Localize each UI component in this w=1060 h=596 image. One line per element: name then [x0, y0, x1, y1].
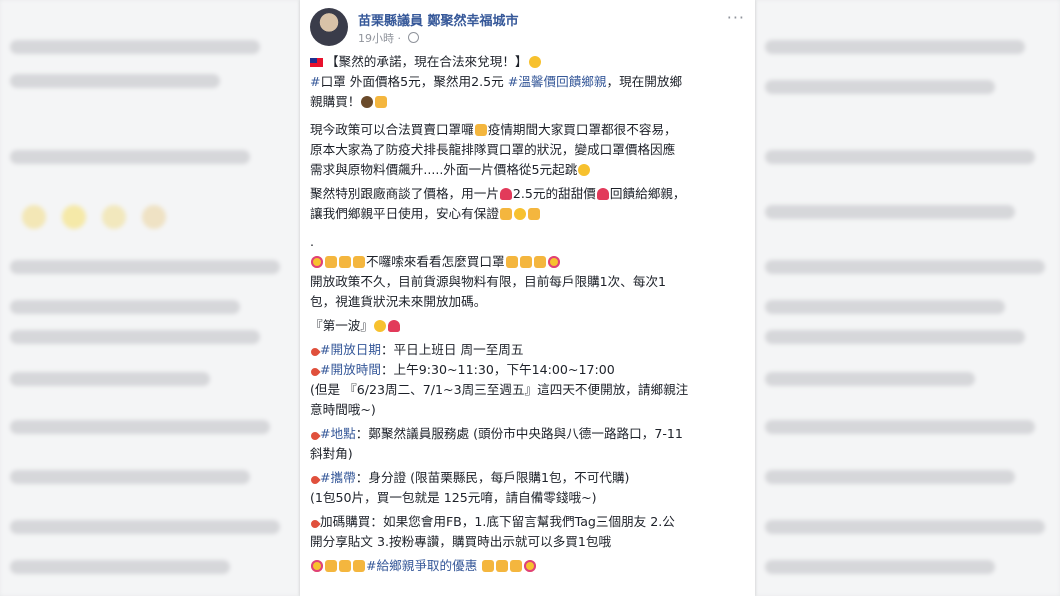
post-line: 親購買！ [310, 92, 747, 112]
post-line: #攜帶：身分證 (限苗栗縣民，每戶限購1包，不可代購) [309, 468, 747, 488]
thumbs-up-icon [505, 256, 518, 268]
hashtag-link[interactable]: # [508, 74, 519, 89]
thumbs-up-icon [482, 560, 495, 572]
thumbs-up-icon [339, 256, 351, 268]
post-line: #開放時間：上午9:30~11:30，下午14:00~17:00 [309, 360, 747, 380]
post-line: 加碼購買：如果您會用FB，1.底下留言幫我們Tag三個朋友 2.公 [309, 512, 747, 532]
post-line: 讓我們鄉親平日使用，安心有保證 [310, 204, 747, 224]
timestamp-text[interactable]: 19小時 [358, 32, 394, 45]
thumbs-up-icon [339, 560, 351, 572]
pushpin-icon [309, 474, 321, 486]
hashtag-link[interactable]: #開放時間 [320, 362, 381, 377]
thumbs-up-icon [533, 256, 546, 268]
emoji-icon [375, 96, 388, 108]
thumbs-up-icon [325, 256, 337, 268]
taiwan-flag-icon [310, 58, 323, 67]
facebook-post: 苗栗縣議員 鄭聚然幸福城市 19小時 · ··· 【聚然的承諾，現在合法來兌現！… [300, 0, 755, 596]
post-line: 聚然特別跟廠商談了價格，用一片 2.5元的甜甜價 回饋給鄉親， [310, 186, 686, 201]
emoji-icon [528, 56, 541, 68]
heart-emoji-icon [499, 188, 512, 200]
post-line: #開放日期：平日上班日 周一至周五 [309, 340, 747, 360]
thumbs-up-icon [510, 560, 523, 572]
thumbs-up-icon [519, 256, 532, 268]
post-body: 【聚然的承諾，現在合法來兌現！】 #口罩 外面價格5元，聚然用2.5元 #溫馨價… [309, 52, 747, 576]
pushpin-icon [309, 430, 321, 442]
star-eyes-emoji-icon [311, 256, 323, 268]
star-eyes-emoji-icon [524, 560, 537, 572]
blurred-background-right [755, 0, 1060, 596]
pushpin-icon [309, 346, 321, 358]
post-line: 【聚然的承諾，現在合法來兌現！】 [310, 52, 747, 72]
post-line: 『第一波』 [310, 316, 747, 336]
post-line: (1包50片，買一包就是 125元唷，請自備零錢哦~) [310, 490, 597, 505]
post-line: 意時間哦~) [310, 402, 376, 417]
emoji-icon [578, 164, 591, 176]
thumbs-up-icon [496, 560, 509, 572]
post-line: 開分享貼文 3.按粉專讚，購買時出示就可以多買1包哦 [310, 534, 612, 549]
post-line: 需求與原物料價飆升.....外面一片價格從5元起跳 [310, 160, 747, 180]
pushpin-icon [309, 518, 321, 530]
hashtag-text[interactable]: 溫馨價回饋鄉親 [518, 74, 606, 89]
globe-icon [407, 32, 419, 43]
post-line: (但是 『6/23周二、7/1~3周三至週五』這四天不便開放，請鄉親注 [310, 382, 689, 397]
hashtag-link[interactable]: #給鄉親爭取的優惠 [366, 558, 477, 573]
post-line: 原本大家為了防疫犬排長龍排隊買口罩的狀況，變成口罩價格因應 [310, 142, 676, 157]
thumbs-up-icon [325, 560, 337, 572]
post-header: 苗栗縣議員 鄭聚然幸福城市 19小時 · ··· [310, 8, 745, 54]
post-line: 現今政策可以合法買賣口罩囉 疫情期間大家買口罩都很不容易， [310, 122, 677, 137]
post-line: 斜對角) [310, 446, 353, 461]
star-eyes-emoji-icon [547, 256, 560, 268]
emoji-icon [499, 208, 512, 220]
post-line: 不囉嗦來看看怎麼買口罩 [310, 252, 747, 272]
blurred-background-left [0, 0, 300, 596]
pushpin-icon [309, 366, 321, 378]
hashtag-link[interactable]: # [310, 74, 321, 89]
emoji-icon [513, 208, 526, 220]
emoji-icon [373, 320, 386, 332]
hashtag-link[interactable]: #地點 [320, 426, 356, 441]
thumbs-up-icon [353, 256, 365, 268]
thumbs-up-icon [527, 208, 540, 220]
emoji-icon [474, 124, 487, 136]
post-line: . [310, 234, 315, 249]
post-timestamp[interactable]: 19小時 · [358, 30, 419, 46]
heart-emoji-icon [387, 320, 400, 332]
post-line: #地點：鄭聚然議員服務處 (頭份市中央路與八德一路路口，7-11 [309, 424, 747, 444]
page-name-link[interactable]: 苗栗縣議員 鄭聚然幸福城市 [358, 10, 519, 29]
post-line: #口罩 外面價格5元，聚然用2.5元 #溫馨價回饋鄉親，現在開放鄉 [310, 74, 683, 89]
heart-emoji-icon [596, 188, 609, 200]
star-eyes-emoji-icon [311, 560, 323, 572]
hashtag-link[interactable]: #攜帶 [320, 470, 356, 485]
post-line: 包，視進貨狀況未來開放加碼。 [310, 294, 487, 309]
post-line: #給鄉親爭取的優惠 [310, 556, 747, 576]
post-line: 開放政策不久，目前貨源與物料有限，目前每戶限購1次、每次1 [310, 274, 667, 289]
emoji-icon [361, 96, 374, 108]
thumbs-up-icon [353, 560, 365, 572]
hashtag-link[interactable]: #開放日期 [320, 342, 381, 357]
avatar[interactable] [310, 8, 348, 46]
more-options-button[interactable]: ··· [727, 8, 745, 27]
